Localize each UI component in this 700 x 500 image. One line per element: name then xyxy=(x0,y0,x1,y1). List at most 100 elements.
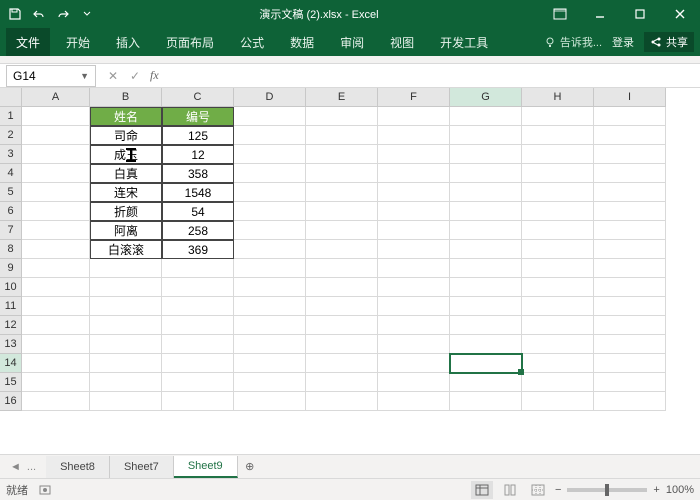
row-header-5[interactable]: 5 xyxy=(0,183,22,202)
cell-G10[interactable] xyxy=(450,278,522,297)
share-button[interactable]: 共享 xyxy=(644,32,694,52)
cell-H14[interactable] xyxy=(522,354,594,373)
select-all-corner[interactable] xyxy=(0,88,22,107)
cell-G9[interactable] xyxy=(450,259,522,278)
zoom-in-button[interactable]: + xyxy=(653,484,659,496)
col-header-C[interactable]: C xyxy=(162,88,234,107)
cell-A9[interactable] xyxy=(22,259,90,278)
cell-A5[interactable] xyxy=(22,183,90,202)
cell-E5[interactable] xyxy=(306,183,378,202)
cell-A7[interactable] xyxy=(22,221,90,240)
cell-G13[interactable] xyxy=(450,335,522,354)
login-button[interactable]: 登录 xyxy=(606,28,640,56)
tell-me-search[interactable]: 告诉我... xyxy=(544,34,602,50)
cell-I11[interactable] xyxy=(594,297,666,316)
cell-A3[interactable] xyxy=(22,145,90,164)
cell-B9[interactable] xyxy=(90,259,162,278)
row-header-13[interactable]: 13 xyxy=(0,335,22,354)
cell-B1[interactable]: 姓名 xyxy=(90,107,162,126)
cell-E14[interactable] xyxy=(306,354,378,373)
cell-G8[interactable] xyxy=(450,240,522,259)
row-header-7[interactable]: 7 xyxy=(0,221,22,240)
zoom-out-button[interactable]: − xyxy=(555,484,561,496)
tab-page-layout[interactable]: 页面布局 xyxy=(156,28,224,56)
cell-E8[interactable] xyxy=(306,240,378,259)
cell-H3[interactable] xyxy=(522,145,594,164)
add-sheet-icon[interactable]: ⊕ xyxy=(238,460,262,473)
cell-H13[interactable] xyxy=(522,335,594,354)
tab-data[interactable]: 数据 xyxy=(280,28,324,56)
cell-E10[interactable] xyxy=(306,278,378,297)
cell-D9[interactable] xyxy=(234,259,306,278)
cell-B10[interactable] xyxy=(90,278,162,297)
cell-C6[interactable]: 54 xyxy=(162,202,234,221)
tab-view[interactable]: 视图 xyxy=(380,28,424,56)
cell-A12[interactable] xyxy=(22,316,90,335)
cell-H9[interactable] xyxy=(522,259,594,278)
undo-icon[interactable] xyxy=(28,4,50,24)
row-header-1[interactable]: 1 xyxy=(0,107,22,126)
cell-H4[interactable] xyxy=(522,164,594,183)
cell-F16[interactable] xyxy=(378,392,450,411)
cell-D5[interactable] xyxy=(234,183,306,202)
cell-A2[interactable] xyxy=(22,126,90,145)
cell-G3[interactable] xyxy=(450,145,522,164)
cell-G5[interactable] xyxy=(450,183,522,202)
cell-G11[interactable] xyxy=(450,297,522,316)
cell-B12[interactable] xyxy=(90,316,162,335)
close-icon[interactable] xyxy=(660,0,700,28)
cell-I10[interactable] xyxy=(594,278,666,297)
cell-G15[interactable] xyxy=(450,373,522,392)
cell-C2[interactable]: 125 xyxy=(162,126,234,145)
row-header-10[interactable]: 10 xyxy=(0,278,22,297)
cell-I2[interactable] xyxy=(594,126,666,145)
cell-B3[interactable]: 成玉 xyxy=(90,145,162,164)
macro-record-icon[interactable] xyxy=(38,483,52,497)
name-box[interactable]: G14 ▼ xyxy=(6,65,96,87)
cell-G2[interactable] xyxy=(450,126,522,145)
cell-D7[interactable] xyxy=(234,221,306,240)
cell-H16[interactable] xyxy=(522,392,594,411)
cell-D10[interactable] xyxy=(234,278,306,297)
row-header-3[interactable]: 3 xyxy=(0,145,22,164)
row-header-16[interactable]: 16 xyxy=(0,392,22,411)
cell-H5[interactable] xyxy=(522,183,594,202)
cell-G6[interactable] xyxy=(450,202,522,221)
cell-G4[interactable] xyxy=(450,164,522,183)
cell-I16[interactable] xyxy=(594,392,666,411)
cell-H2[interactable] xyxy=(522,126,594,145)
cell-F7[interactable] xyxy=(378,221,450,240)
cell-F8[interactable] xyxy=(378,240,450,259)
cell-C12[interactable] xyxy=(162,316,234,335)
col-header-B[interactable]: B xyxy=(90,88,162,107)
cell-I5[interactable] xyxy=(594,183,666,202)
row-header-4[interactable]: 4 xyxy=(0,164,22,183)
cell-G14[interactable] xyxy=(450,354,522,373)
cell-I13[interactable] xyxy=(594,335,666,354)
cell-C14[interactable] xyxy=(162,354,234,373)
sheet-nav-ellipsis[interactable]: ... xyxy=(27,461,36,473)
tab-review[interactable]: 审阅 xyxy=(330,28,374,56)
cell-A11[interactable] xyxy=(22,297,90,316)
maximize-icon[interactable] xyxy=(620,0,660,28)
cell-I12[interactable] xyxy=(594,316,666,335)
cell-I1[interactable] xyxy=(594,107,666,126)
redo-icon[interactable] xyxy=(52,4,74,24)
cell-E4[interactable] xyxy=(306,164,378,183)
cell-A16[interactable] xyxy=(22,392,90,411)
cell-G7[interactable] xyxy=(450,221,522,240)
col-header-G[interactable]: G xyxy=(450,88,522,107)
cell-E12[interactable] xyxy=(306,316,378,335)
sheet-tab-0[interactable]: Sheet8 xyxy=(46,456,110,478)
cell-B13[interactable] xyxy=(90,335,162,354)
chevron-down-icon[interactable]: ▼ xyxy=(80,71,89,81)
cell-D15[interactable] xyxy=(234,373,306,392)
cell-F1[interactable] xyxy=(378,107,450,126)
tab-formulas[interactable]: 公式 xyxy=(230,28,274,56)
row-header-8[interactable]: 8 xyxy=(0,240,22,259)
cell-A1[interactable] xyxy=(22,107,90,126)
cell-H1[interactable] xyxy=(522,107,594,126)
cell-D2[interactable] xyxy=(234,126,306,145)
row-header-6[interactable]: 6 xyxy=(0,202,22,221)
cell-I7[interactable] xyxy=(594,221,666,240)
